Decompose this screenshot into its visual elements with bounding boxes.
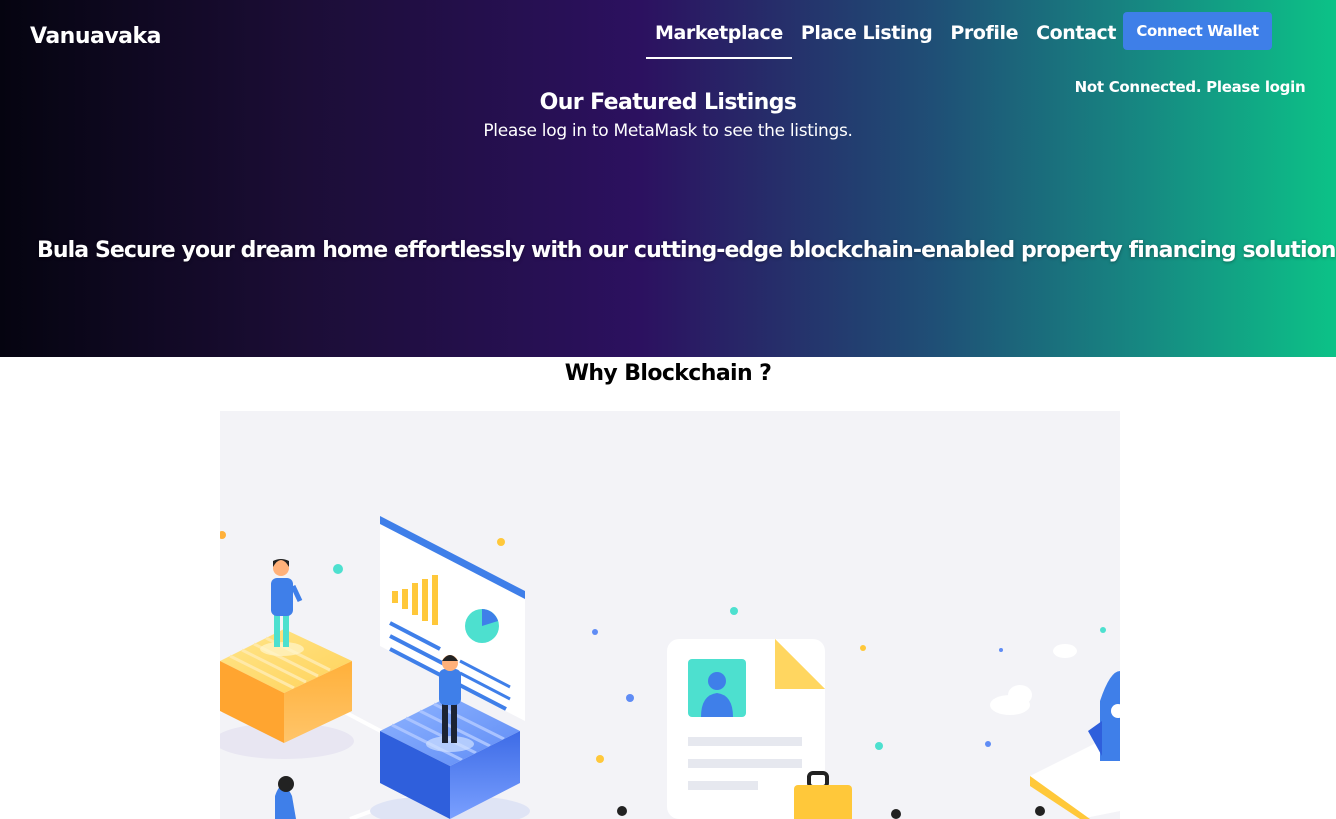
featured-listings-title: Our Featured Listings [539,90,797,115]
nav-item-marketplace[interactable]: Marketplace [646,22,792,59]
nav-item-place-listing[interactable]: Place Listing [792,22,941,57]
brand-logo[interactable]: Vanuavaka [30,24,162,49]
why-blockchain-heading: Why Blockchain ? [564,361,772,386]
blockchain-illustration-icon [220,516,1120,819]
connect-wallet-button[interactable]: Connect Wallet [1123,12,1272,50]
hero-banner: Vanuavaka Marketplace Place Listing Prof… [0,0,1336,357]
featured-listings-subtitle: Please log in to MetaMask to see the lis… [483,121,853,141]
blockchain-illustration [220,411,1120,819]
nav-item-profile[interactable]: Profile [941,22,1027,57]
main-nav: Marketplace Place Listing Profile Contac… [646,22,1157,59]
hero-tagline: Bula Secure your dream home effortlessly… [36,238,1336,263]
